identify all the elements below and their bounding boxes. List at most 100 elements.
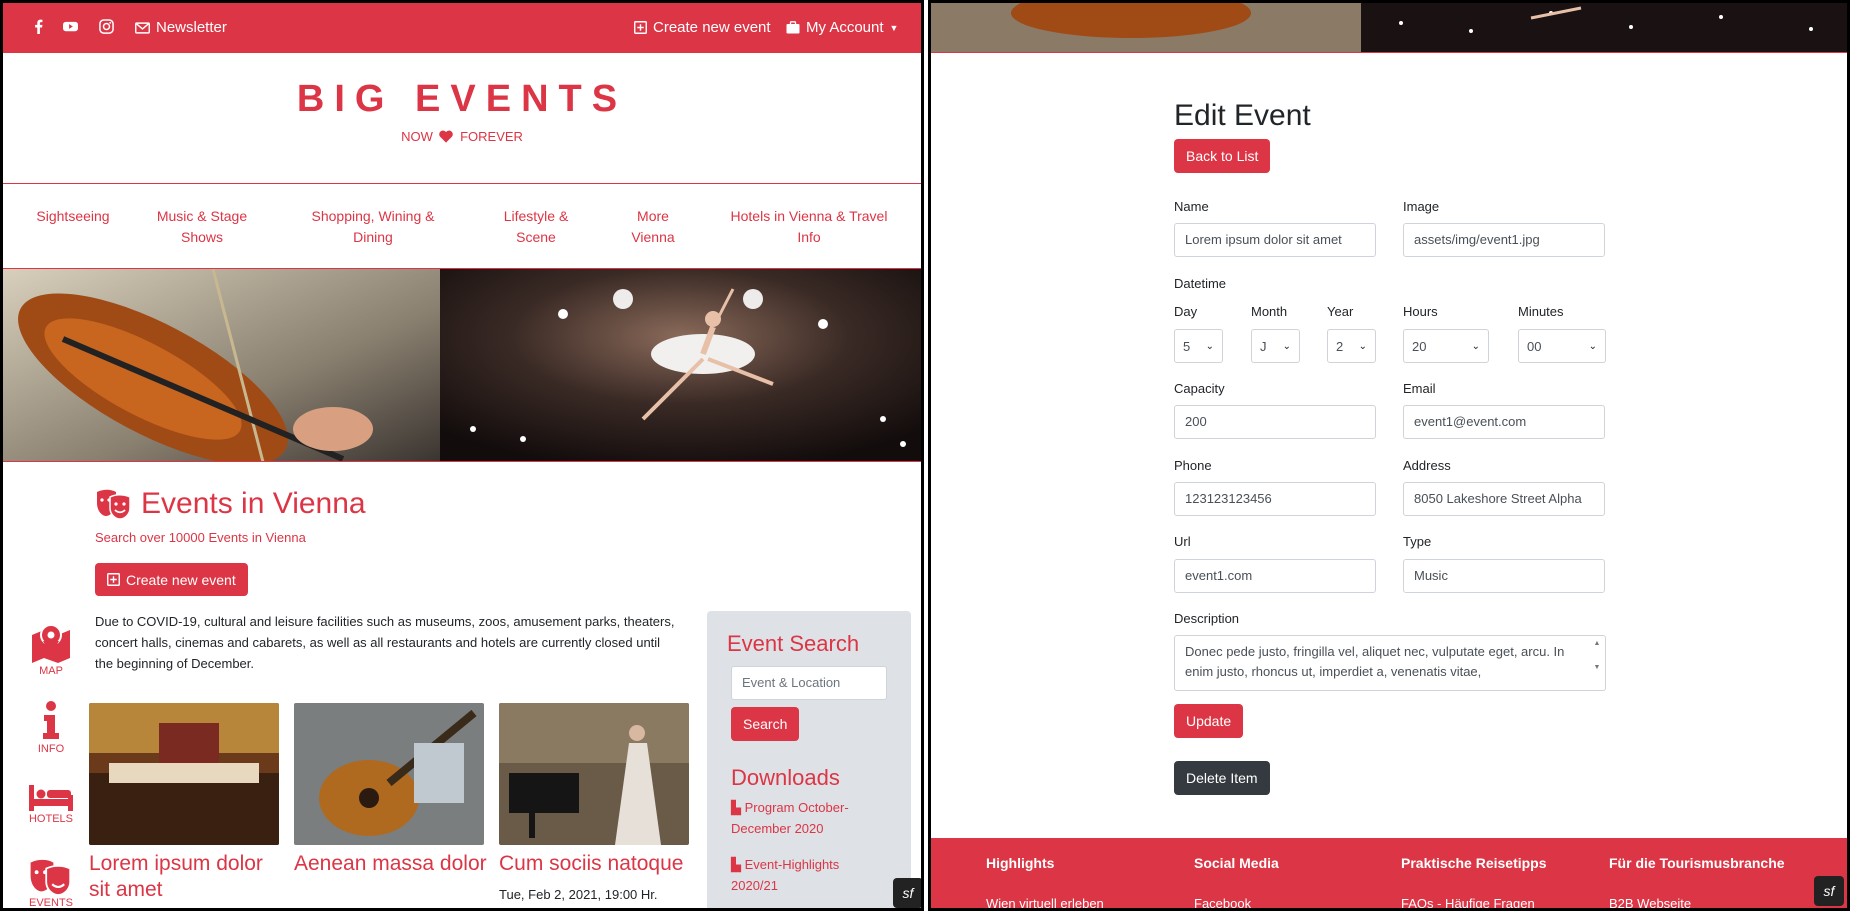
minutes-label: Minutes <box>1518 304 1564 319</box>
phone-label: Phone <box>1174 458 1212 473</box>
chevron-down-icon: ⌄ <box>1358 340 1367 352</box>
create-event-button[interactable]: Create new event <box>95 563 248 596</box>
event-card-title[interactable]: Aenean massa dolor <box>294 851 494 877</box>
hero-banner-strip <box>931 3 1847 53</box>
event-search-input[interactable]: Event & Location <box>731 666 887 700</box>
nav-more-vienna[interactable]: More Vienna <box>623 206 683 248</box>
side-nav-hotels-label: HOTELS <box>28 813 73 825</box>
search-button[interactable]: Search <box>731 707 800 741</box>
phone-field[interactable]: 123123123456 <box>1174 482 1376 516</box>
month-select-value: J <box>1260 338 1267 354</box>
event-search-panel: Event Search Event & Location Search Dow… <box>707 611 911 908</box>
side-nav-map-label: MAP <box>39 665 63 677</box>
type-field[interactable]: Music <box>1403 559 1605 593</box>
side-nav-events[interactable]: EVENTS <box>23 859 79 909</box>
site-footer: Highlights Social Media Praktische Reise… <box>931 838 1847 908</box>
image-field[interactable]: assets/img/event1.jpg <box>1403 223 1605 257</box>
month-select[interactable]: J ⌄ <box>1251 329 1300 363</box>
delete-item-button[interactable]: Delete Item <box>1174 761 1270 795</box>
event-card-title[interactable]: Lorem ipsum dolor sit amet <box>89 851 289 903</box>
downloads-title: Downloads <box>731 765 840 790</box>
youtube-icon[interactable] <box>63 19 78 34</box>
event-card-title[interactable]: Cum sociis natoque <box>499 851 699 877</box>
type-label: Type <box>1403 534 1432 549</box>
newsletter-label: Newsletter <box>156 19 227 36</box>
month-label: Month <box>1251 304 1288 319</box>
nav-hotels-travel[interactable]: Hotels in Vienna & Travel Info <box>719 206 899 248</box>
minutes-select[interactable]: 00 ⌄ <box>1518 329 1606 363</box>
pdf-icon: ▙ <box>731 857 741 872</box>
back-to-list-button[interactable]: Back to List <box>1174 139 1271 173</box>
capacity-label: Capacity <box>1174 381 1225 396</box>
day-select[interactable]: 5 ⌄ <box>1174 329 1223 363</box>
page-title: Edit Event <box>1174 99 1311 132</box>
footer-heading-travel-tips: Praktische Reisetipps <box>1401 855 1547 871</box>
my-account-dropdown[interactable]: My Account ▼ <box>786 19 898 36</box>
download-link-program[interactable]: ▙ Program October-December 2020 <box>731 797 881 839</box>
event-card-image-concert-hall[interactable] <box>89 703 279 845</box>
bed-icon <box>29 785 73 811</box>
description-textarea[interactable]: Donec pede justo, fringilla vel, aliquet… <box>1174 635 1606 691</box>
footer-link[interactable]: B2B Webseite <box>1609 896 1691 908</box>
hero-image <box>3 269 921 461</box>
event-search-title: Event Search <box>727 631 860 656</box>
theater-masks-icon <box>30 859 72 895</box>
event-card-image-piano[interactable] <box>499 703 689 845</box>
name-field[interactable]: Lorem ipsum dolor sit amet <box>1174 223 1376 257</box>
chevron-down-icon: ⌄ <box>1471 340 1480 352</box>
url-field[interactable]: event1.com <box>1174 559 1376 593</box>
envelope-icon <box>135 21 150 34</box>
footer-heading-highlights: Highlights <box>986 855 1055 871</box>
nav-music-stage-shows[interactable]: Music & Stage Shows <box>147 206 257 248</box>
day-select-value: 5 <box>1183 338 1191 354</box>
tagline-forever: FOREVER <box>460 129 523 144</box>
footer-link[interactable]: Facebook <box>1194 896 1251 908</box>
download-link-highlights[interactable]: ▙ Event-Highlights 2020/21 <box>731 854 881 896</box>
page-title: Events in Vienna <box>141 487 366 520</box>
side-nav-map[interactable]: MAP <box>23 623 79 677</box>
textarea-scrollbar[interactable]: ▲ ▼ <box>1591 638 1603 688</box>
nav-lifestyle-scene[interactable]: Lifestyle & Scene <box>493 206 579 248</box>
download-link-label: Event-Highlights 2020/21 <box>731 857 840 893</box>
instagram-icon[interactable] <box>99 19 114 34</box>
capacity-field[interactable]: 200 <box>1174 405 1376 439</box>
hours-select[interactable]: 20 ⌄ <box>1403 329 1489 363</box>
event-card-image-guitar[interactable] <box>294 703 484 845</box>
side-nav-hotels[interactable]: HOTELS <box>23 783 79 825</box>
hours-label: Hours <box>1403 304 1438 319</box>
nav-sightseeing[interactable]: Sightseeing <box>33 206 113 227</box>
update-button[interactable]: Update <box>1174 704 1244 738</box>
plus-square-icon <box>634 21 647 34</box>
chevron-down-icon: ⌄ <box>1588 340 1597 352</box>
map-marker-icon <box>32 624 70 663</box>
side-nav-info[interactable]: INFO <box>23 701 79 755</box>
day-label: Day <box>1174 304 1198 319</box>
newsletter-link[interactable]: Newsletter <box>135 19 227 36</box>
hours-select-value: 20 <box>1412 338 1427 354</box>
brand-tagline: NOW FOREVER <box>3 129 921 144</box>
footer-link[interactable]: Wien virtuell erleben <box>986 896 1104 908</box>
description-text: Donec pede justo, fringilla vel, aliquet… <box>1185 644 1565 679</box>
symfony-toolbar-icon[interactable]: sf <box>893 878 921 908</box>
email-field[interactable]: event1@event.com <box>1403 405 1605 439</box>
symfony-toolbar-icon[interactable]: sf <box>1814 876 1844 906</box>
brand-logo[interactable]: BIG EVENTS <box>3 78 921 121</box>
footer-link[interactable]: FAQs - Häufige Fragen <box>1401 896 1535 908</box>
description-label: Description <box>1174 611 1240 626</box>
download-link-label: Program October-December 2020 <box>731 800 849 836</box>
theater-masks-icon <box>97 489 131 519</box>
footer-heading-social: Social Media <box>1194 855 1279 871</box>
facebook-icon[interactable] <box>31 19 46 34</box>
address-field[interactable]: 8050 Lakeshore Street Alpha <box>1403 482 1605 516</box>
name-label: Name <box>1174 199 1209 214</box>
footer-heading-tourism: Für die Tourismusbranche <box>1609 855 1785 871</box>
create-event-link[interactable]: Create new event <box>634 19 771 36</box>
briefcase-icon <box>786 21 800 34</box>
event-card-date: Tue, Feb 2, 2021, 19:00 Hr. <box>499 887 658 902</box>
year-select[interactable]: 2 ⌄ <box>1327 329 1376 363</box>
page-subtitle: Search over 10000 Events in Vienna <box>95 530 306 545</box>
nav-shopping-wining-dining[interactable]: Shopping, Wining & Dining <box>303 206 443 248</box>
image-label: Image <box>1403 199 1440 214</box>
heart-icon <box>439 130 454 143</box>
side-nav-events-label: EVENTS <box>28 897 73 909</box>
